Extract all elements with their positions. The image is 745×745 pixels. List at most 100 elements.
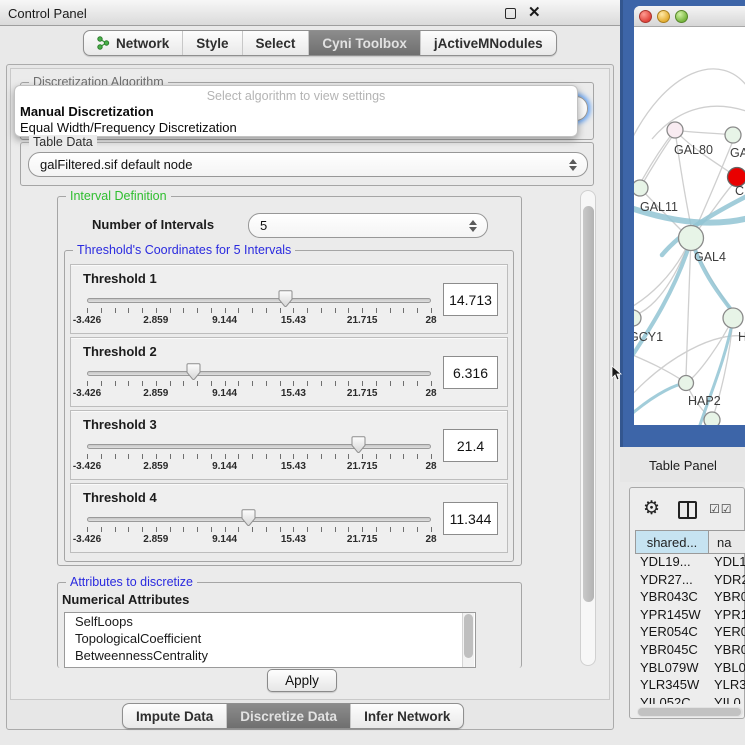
node-gal11[interactable] xyxy=(634,180,648,196)
tick-label: 28 xyxy=(409,388,453,399)
column-layout-icon[interactable] xyxy=(678,501,697,519)
node-gal80[interactable] xyxy=(667,122,683,138)
tab-select[interactable]: Select xyxy=(243,31,310,55)
node-bottom[interactable] xyxy=(704,412,720,425)
table-hscrollbar-thumb[interactable] xyxy=(638,708,741,716)
node-h[interactable] xyxy=(723,308,743,328)
tick-mark xyxy=(87,454,88,459)
node-label: GAL80 xyxy=(674,143,713,157)
tick-mark xyxy=(376,308,377,313)
node-label: H xyxy=(738,330,745,344)
algorithm-option[interactable]: Equal Width/Frequency Discretization xyxy=(20,120,237,135)
table-row[interactable]: YBR045C YBR0 xyxy=(635,642,745,659)
cell-name: YBR0 xyxy=(714,642,745,657)
close-traffic-light-icon[interactable] xyxy=(639,10,652,23)
slider-thumb[interactable] xyxy=(241,509,256,532)
tick-mark xyxy=(225,381,226,386)
tick-mark xyxy=(335,527,336,532)
tick-mark xyxy=(211,527,212,532)
node-label: GAL11 xyxy=(640,200,678,214)
close-icon[interactable]: ✕ xyxy=(528,3,541,21)
num-intervals-combobox[interactable]: 5 xyxy=(248,213,488,238)
maximize-traffic-light-icon[interactable] xyxy=(675,10,688,23)
tick-mark xyxy=(307,527,308,532)
tick-label: 15.43 xyxy=(271,534,315,545)
tick-mark xyxy=(115,308,116,313)
table-row[interactable]: YER054CYER0 xyxy=(635,624,745,641)
attributes-scrollbar-thumb[interactable] xyxy=(464,614,473,658)
tick-label: -3.426 xyxy=(65,315,109,326)
table-row[interactable]: YBR043CYBR0 xyxy=(635,589,745,606)
tick-label: 28 xyxy=(409,534,453,545)
table-row[interactable]: YLR345WYLR3 xyxy=(635,677,745,694)
numerical-attributes-label: Numerical Attributes xyxy=(62,592,189,607)
threshold-value-field[interactable]: 6.316 xyxy=(443,356,498,389)
threshold-value-field[interactable]: 14.713 xyxy=(443,283,498,316)
tick-mark xyxy=(335,308,336,313)
tab-style[interactable]: Style xyxy=(183,31,242,55)
tick-mark xyxy=(348,381,349,386)
node-gal4[interactable] xyxy=(679,226,704,251)
column-header-shared[interactable]: shared... xyxy=(635,530,709,554)
tick-mark xyxy=(183,527,184,532)
table-data-combobox[interactable]: galFiltered.sif default node xyxy=(28,152,588,177)
slider-track[interactable] xyxy=(87,517,431,522)
table-row[interactable]: YDL19...YDL1 xyxy=(635,554,745,571)
minimize-traffic-light-icon[interactable] xyxy=(657,10,670,23)
cell-shared-name: YBR045C xyxy=(640,642,698,657)
attribute-item[interactable]: TopologicalCoefficient xyxy=(65,630,475,647)
tick-mark xyxy=(390,381,391,386)
table-row[interactable]: YPR145WYPR1 xyxy=(635,607,745,624)
tick-mark xyxy=(211,454,212,459)
table-row[interactable]: YDR27... YDR2 xyxy=(635,572,745,589)
float-window-icon[interactable] xyxy=(505,8,516,19)
tick-mark xyxy=(128,308,129,313)
table-row[interactable]: YIL052CYIL0 xyxy=(635,695,745,704)
cell-name: YBR0 xyxy=(714,589,745,604)
tick-mark xyxy=(266,527,267,532)
tick-mark xyxy=(417,527,418,532)
tick-label: 2.859 xyxy=(134,534,178,545)
cell-name: YBL0 xyxy=(714,660,745,675)
network-canvas[interactable]: GAL80GACGAL11GAL4GCY1HHAP2 xyxy=(634,27,745,425)
cell-shared-name: YBL079W xyxy=(640,660,699,675)
tab-infer-network[interactable]: Infer Network xyxy=(351,704,463,728)
slider-track[interactable] xyxy=(87,371,431,376)
tab-network[interactable]: Network xyxy=(84,31,183,55)
combo-spinner-icon xyxy=(569,159,577,171)
threshold-value-field[interactable]: 11.344 xyxy=(443,502,498,535)
application-window: Control Panel ✕ NetworkStyleSelectCyni T… xyxy=(0,0,745,745)
tick-label: 2.859 xyxy=(134,388,178,399)
cell-shared-name: YDR27... xyxy=(640,572,693,587)
tick-mark xyxy=(197,381,198,386)
apply-button[interactable]: Apply xyxy=(267,669,337,692)
tick-mark xyxy=(225,308,226,313)
slider-thumb[interactable] xyxy=(351,436,366,459)
node-hap2[interactable] xyxy=(679,376,694,391)
tab-discretize-data[interactable]: Discretize Data xyxy=(227,704,351,728)
attribute-item[interactable]: SelfLoops xyxy=(65,613,475,630)
algorithm-option[interactable]: Manual Discretization xyxy=(20,104,154,119)
tab-cyni-toolbox[interactable]: Cyni Toolbox xyxy=(309,31,421,55)
checkbox-icons[interactable]: ☑☑ xyxy=(709,502,733,516)
table-row[interactable]: YBL079W YBL0 xyxy=(635,660,745,677)
attribute-item[interactable]: BetweennessCentrality xyxy=(65,647,475,664)
node-top-right[interactable] xyxy=(725,127,741,143)
network-window-titlebar[interactable] xyxy=(634,6,745,27)
slider-thumb[interactable] xyxy=(186,363,201,386)
tab-label: Impute Data xyxy=(136,709,213,724)
tick-mark xyxy=(280,308,281,313)
slider-track[interactable] xyxy=(87,444,431,449)
tick-mark xyxy=(280,527,281,532)
attributes-list[interactable]: SelfLoopsTopologicalCoefficientBetweenne… xyxy=(64,612,476,668)
settings-gear-icon[interactable]: ⚙ xyxy=(643,497,660,520)
thresholds-group-title: Threshold's Coordinates for 5 Intervals xyxy=(73,243,295,257)
threshold-value-field[interactable]: 21.4 xyxy=(443,429,498,462)
tick-mark xyxy=(197,454,198,459)
tab-jactivemnodules[interactable]: jActiveMNodules xyxy=(421,31,556,55)
cell-name: YDR2 xyxy=(714,572,745,587)
panel-scrollbar-thumb[interactable] xyxy=(583,206,594,602)
tab-impute-data[interactable]: Impute Data xyxy=(123,704,227,728)
column-header-name[interactable]: na xyxy=(708,530,745,554)
slider-track[interactable] xyxy=(87,298,431,303)
